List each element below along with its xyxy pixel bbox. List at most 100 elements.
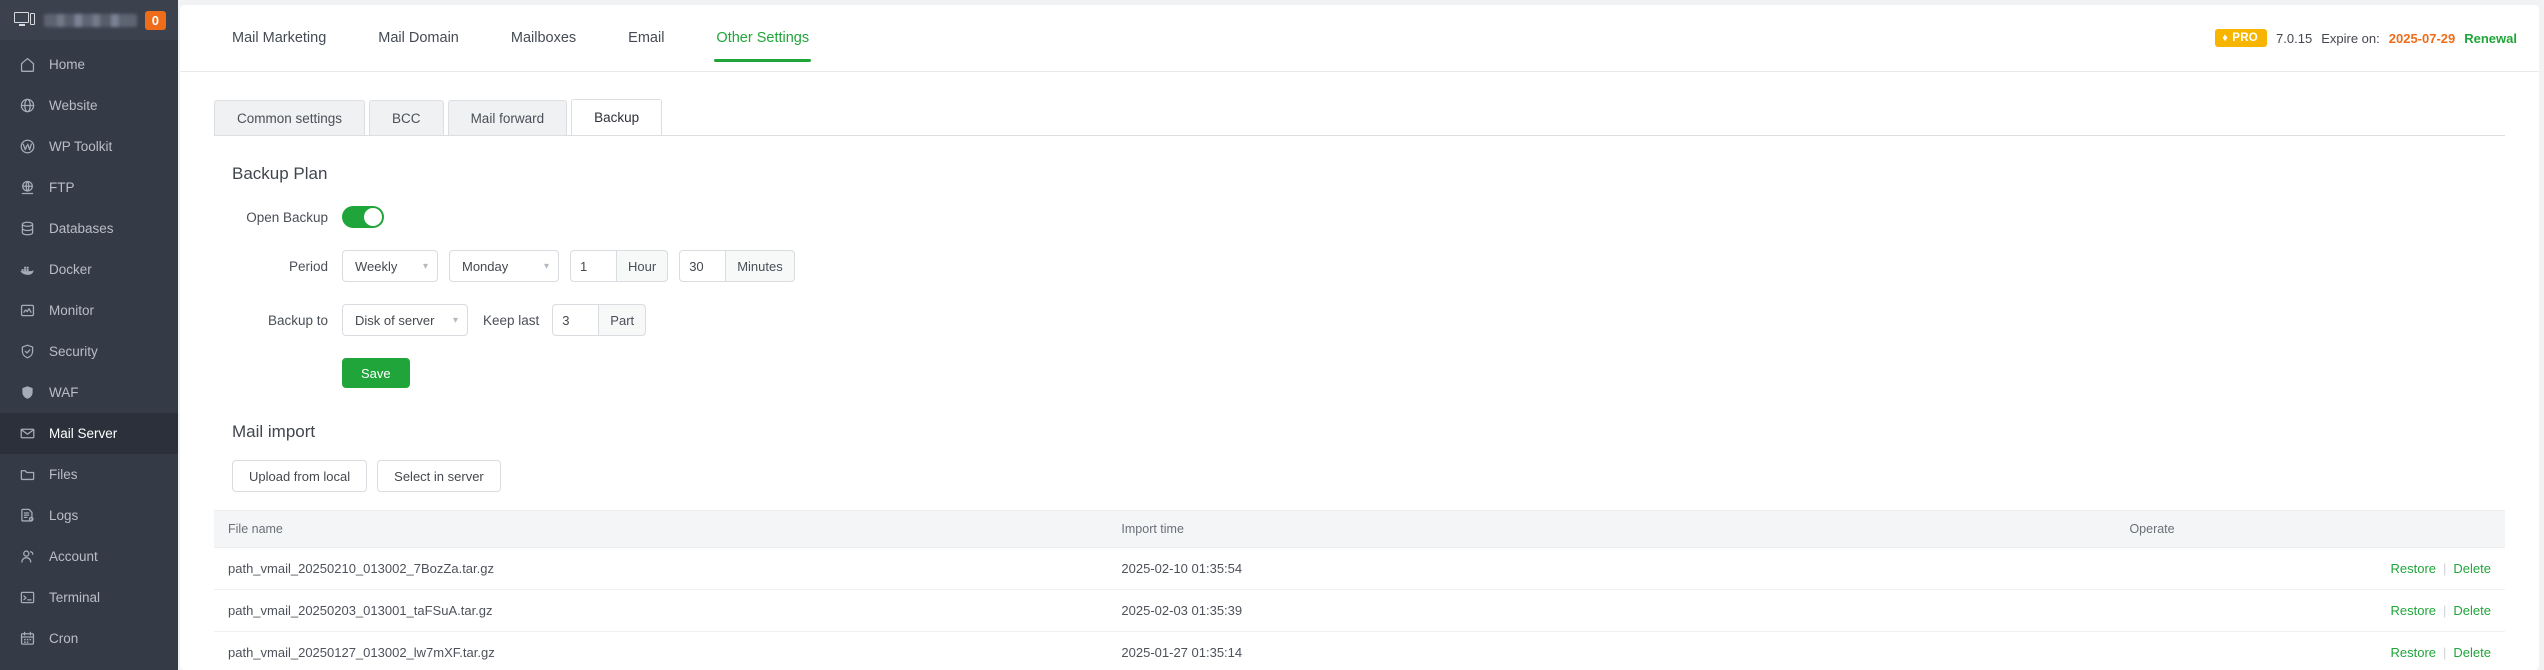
sidebar-item-cron[interactable]: Cron [0, 618, 178, 659]
tab-label: Other Settings [716, 30, 810, 46]
monitor-chart-icon [17, 302, 37, 320]
backup-to-label: Backup to [267, 312, 328, 328]
cell-import-time: 2025-01-27 01:35:14 [1107, 631, 2116, 670]
subtab-label: Common settings [237, 110, 343, 126]
cell-import-time: 2025-02-10 01:35:54 [1107, 547, 2116, 590]
database-icon [17, 220, 37, 238]
backup-to-select[interactable]: Disk of server ▾ [342, 304, 468, 336]
tab-label: Email [628, 30, 665, 46]
tab-other-settings[interactable]: Other Settings [690, 5, 835, 72]
docker-icon [17, 261, 37, 279]
wordpress-icon [17, 138, 37, 156]
tab-mail-domain[interactable]: Mail Domain [352, 5, 485, 72]
top-navigation-bar: Mail Marketing Mail Domain Mailboxes Email O… [180, 5, 2539, 72]
tab-label: Mail Domain [378, 30, 459, 46]
backup-to-row: Backup to Disk of server ▾ Keep last Par… [214, 304, 2505, 336]
table-header-row: File name Import time Operate [214, 510, 2505, 548]
subtab-common-settings[interactable]: Common settings [214, 100, 366, 135]
subtab-bcc[interactable]: BCC [369, 100, 444, 135]
sidebar-item-wp-toolkit[interactable]: WP Toolkit [0, 126, 178, 167]
period-label: Period [288, 258, 328, 274]
notification-badge[interactable]: 0 [144, 10, 166, 30]
globe-icon [17, 97, 37, 115]
upload-from-local-button[interactable]: Upload from local [232, 460, 368, 492]
sidebar-item-label: WAF [49, 385, 79, 400]
select-in-server-button[interactable]: Select in server [377, 460, 501, 492]
minute-input[interactable] [679, 250, 726, 282]
chevron-down-icon: ▾ [422, 260, 428, 272]
weekday-select[interactable]: Monday ▾ [449, 250, 559, 282]
sidebar-item-label: Mail Server [49, 426, 118, 441]
sidebar-item-security[interactable]: Security [0, 331, 178, 372]
sidebar-item-ftp[interactable]: FTP [0, 167, 178, 208]
sidebar-item-website[interactable]: Website [0, 85, 178, 126]
sidebar-item-logs[interactable]: Logs [0, 495, 178, 536]
table-row: path_vmail_20250127_013002_lw7mXF.tar.gz… [214, 631, 2505, 670]
mail-tabs: Mail Marketing Mail Domain Mailboxes Email O… [180, 5, 835, 72]
weekday-select-value: Monday [462, 258, 509, 274]
period-row: Period Weekly ▾ Monday ▾ Hour Minutes [214, 250, 2505, 282]
terminal-icon [17, 589, 37, 607]
sidebar-item-waf[interactable]: WAF [0, 372, 178, 413]
home-icon [17, 56, 37, 74]
gem-icon: ♦ [2222, 31, 2229, 44]
open-backup-label: Open Backup [246, 209, 328, 225]
subtab-mail-forward[interactable]: Mail forward [447, 100, 568, 135]
logs-icon [17, 507, 37, 525]
table-row: path_vmail_20250210_013002_7BozZa.tar.gz… [214, 547, 2505, 590]
sidebar-item-account[interactable]: Account [0, 536, 178, 577]
cell-file-name: path_vmail_20250203_013001_taFSuA.tar.gz [214, 589, 1108, 632]
envelope-icon [17, 425, 37, 443]
sidebar-item-databases[interactable]: Databases [0, 208, 178, 249]
sidebar-item-monitor[interactable]: Monitor [0, 290, 178, 331]
sidebar-item-terminal[interactable]: Terminal [0, 577, 178, 618]
license-info: ♦ PRO 7.0.15 Expire on: 2025-07-29 Renew… [2215, 29, 2517, 47]
cell-operate: Restore | Delete [2115, 589, 2505, 632]
renewal-link[interactable]: Renewal [2464, 31, 2517, 46]
server-logo-icon [14, 11, 36, 29]
restore-link[interactable]: Restore [2391, 603, 2437, 618]
hour-unit-label: Hour [616, 250, 669, 282]
delete-link[interactable]: Delete [2453, 645, 2491, 660]
cell-file-name: path_vmail_20250127_013002_lw7mXF.tar.gz [214, 631, 1108, 670]
import-files-table: File name Import time Operate path_vmail… [214, 510, 2505, 670]
delete-link[interactable]: Delete [2453, 603, 2491, 618]
sidebar-nav: Home Website WP Toolkit FTP Databases Docker M… [0, 40, 178, 659]
period-select[interactable]: Weekly ▾ [342, 250, 438, 282]
open-backup-toggle[interactable] [342, 206, 384, 228]
expire-label: Expire on: [2321, 30, 2380, 46]
tab-email[interactable]: Email [602, 5, 690, 72]
keep-last-input[interactable] [552, 304, 599, 336]
calendar-icon [17, 630, 37, 648]
sidebar-item-home[interactable]: Home [0, 44, 178, 85]
tab-mailboxes[interactable]: Mailboxes [485, 5, 602, 72]
restore-link[interactable]: Restore [2391, 561, 2437, 576]
hostname-redacted [44, 13, 137, 27]
cell-operate: Restore | Delete [2115, 631, 2505, 670]
sidebar-item-mail-server[interactable]: Mail Server [0, 413, 178, 454]
mail-import-title: Mail import [232, 422, 316, 441]
restore-link[interactable]: Restore [2391, 645, 2437, 660]
tab-mail-marketing[interactable]: Mail Marketing [206, 5, 352, 72]
hour-input[interactable] [570, 250, 616, 282]
open-backup-row: Open Backup [214, 206, 2505, 228]
main-area: Mail Marketing Mail Domain Mailboxes Email O… [178, 0, 2544, 670]
sidebar-item-label: Account [49, 549, 98, 564]
delete-link[interactable]: Delete [2453, 561, 2491, 576]
sidebar-item-files[interactable]: Files [0, 454, 178, 495]
save-button[interactable]: Save [342, 358, 410, 388]
user-icon [17, 548, 37, 566]
keep-last-input-group: Part [552, 304, 647, 336]
sidebar-item-label: Security [49, 344, 98, 359]
sidebar-item-label: Logs [49, 508, 79, 523]
col-file-name: File name [214, 510, 1108, 548]
sidebar-item-docker[interactable]: Docker [0, 249, 178, 290]
minute-unit-label: Minutes [725, 250, 795, 282]
save-row: Save [214, 358, 2505, 388]
keep-last-label: Keep last [483, 312, 540, 328]
sidebar-item-label: Cron [49, 631, 79, 646]
pro-badge[interactable]: ♦ PRO [2215, 29, 2268, 47]
subtab-backup[interactable]: Backup [571, 99, 663, 135]
sidebar-item-label: Terminal [49, 590, 101, 605]
pro-label: PRO [2232, 32, 2259, 44]
